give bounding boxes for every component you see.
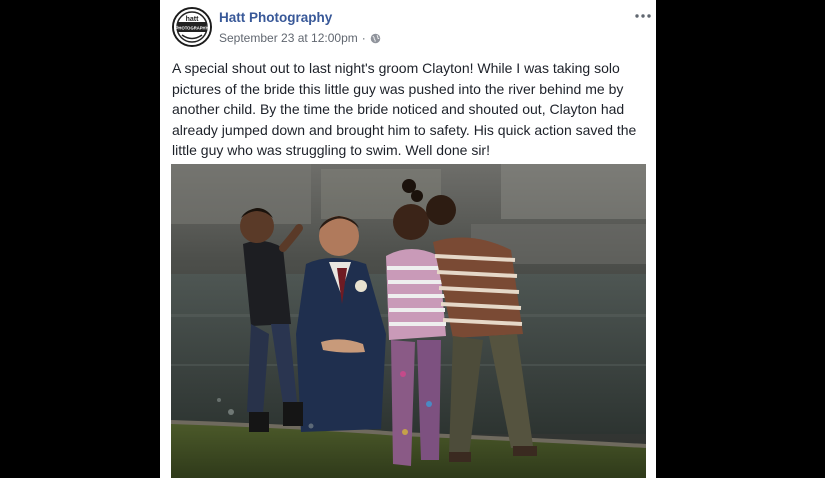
facebook-post: hatt PHOTOGRAPHY Hatt Photography Septem… [160, 0, 656, 478]
logo-text: hatt [186, 16, 200, 23]
post-photo[interactable] [171, 164, 646, 478]
post-text: A special shout out to last night's groo… [172, 60, 637, 158]
page-avatar[interactable]: hatt PHOTOGRAPHY [172, 7, 212, 47]
post-meta: September 23 at 12:00pm · [219, 31, 381, 45]
meta-separator: · [361, 31, 366, 45]
post-header: hatt PHOTOGRAPHY Hatt Photography Septem… [160, 0, 656, 50]
more-options-icon[interactable] [632, 8, 654, 24]
photo-illustration [171, 164, 646, 478]
hatt-logo-icon: hatt PHOTOGRAPHY [174, 9, 210, 45]
post-timestamp[interactable]: September 23 at 12:00pm [219, 31, 358, 45]
globe-icon[interactable] [370, 33, 381, 44]
logo-subtext: PHOTOGRAPHY [176, 26, 209, 31]
page-name-link[interactable]: Hatt Photography [219, 10, 332, 25]
